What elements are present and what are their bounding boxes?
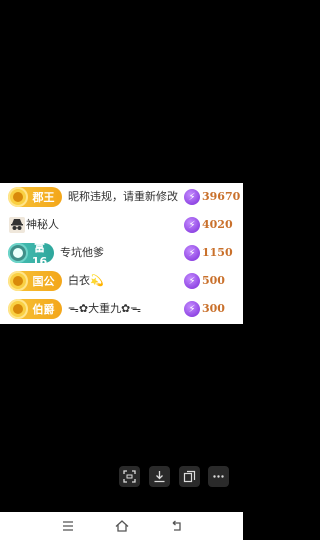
contribution-score: 500 — [202, 274, 225, 287]
diamond-emblem-icon — [8, 243, 28, 263]
user-name: 昵称违规，请重新修改 — [68, 190, 178, 203]
ranking-row[interactable]: 郡王 昵称违规，请重新修改 ⚡ 39670 — [0, 183, 243, 211]
download-icon[interactable] — [149, 466, 170, 487]
back-icon[interactable] — [168, 518, 184, 534]
contribution-score: 39670 — [202, 190, 241, 203]
rank-badge: 郡王 — [8, 187, 62, 207]
incognito-avatar-icon — [9, 217, 25, 233]
ranking-row[interactable]: 神秘人 ⚡ 4020 — [0, 211, 243, 239]
system-navigation-bar — [0, 512, 243, 540]
home-icon[interactable] — [114, 518, 130, 534]
rank-badge: 伯爵 — [8, 299, 62, 319]
scan-icon[interactable] — [119, 466, 140, 487]
purple-gift-icon: ⚡ — [184, 245, 200, 261]
purple-gift-icon: ⚡ — [184, 189, 200, 205]
contribution-score: 4020 — [202, 218, 233, 231]
user-name: 白衣💫 — [68, 274, 104, 287]
gift-ranking-panel: 郡王 昵称违规，请重新修改 ⚡ 39670 神秘人 ⚡ 4020 富16 专坑他… — [0, 183, 243, 324]
purple-gift-icon: ⚡ — [184, 217, 200, 233]
user-name: ᯓ✿大重九✿ᯓ — [68, 302, 142, 315]
rank-badge: 国公 — [8, 271, 62, 291]
purple-gift-icon: ⚡ — [184, 273, 200, 289]
copy-icon[interactable] — [179, 466, 200, 487]
menu-icon[interactable] — [60, 518, 76, 534]
more-icon[interactable] — [208, 466, 229, 487]
ranking-row[interactable]: 国公 白衣💫 ⚡ 500 — [0, 267, 243, 295]
ranking-row[interactable]: 伯爵 ᯓ✿大重九✿ᯓ ⚡ 300 — [0, 295, 243, 323]
wealth-badge: 富16 — [8, 241, 54, 268]
ranking-row[interactable]: 富16 专坑他爹 ⚡ 1150 — [0, 239, 243, 268]
user-name: 神秘人 — [26, 218, 59, 231]
crown-emblem-icon — [8, 299, 28, 319]
purple-gift-icon: ⚡ — [184, 301, 200, 317]
contribution-score: 300 — [202, 302, 225, 315]
crown-emblem-icon — [8, 271, 28, 291]
user-name: 专坑他爹 — [60, 246, 104, 259]
crown-emblem-icon — [8, 187, 28, 207]
contribution-score: 1150 — [202, 246, 233, 259]
